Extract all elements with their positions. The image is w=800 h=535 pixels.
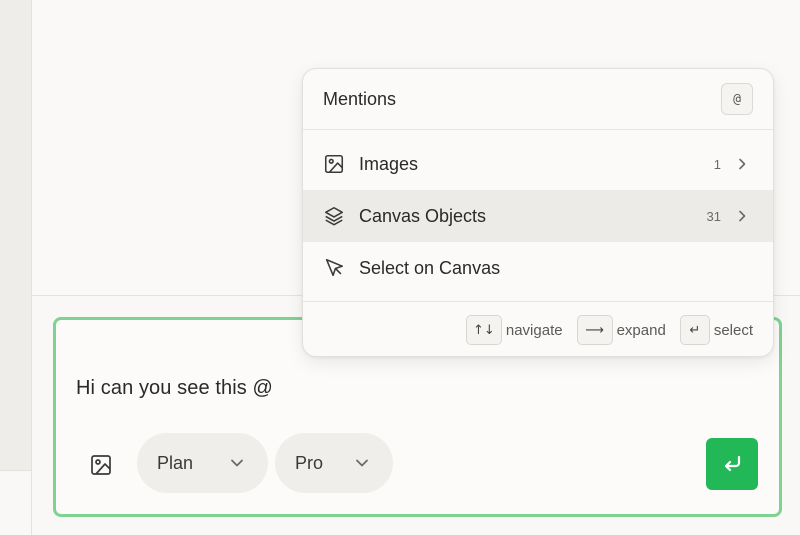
left-sidebar-strip (0, 0, 32, 470)
mentions-title: Mentions (323, 88, 397, 109)
layers-icon (323, 205, 345, 227)
cursor-icon (323, 257, 345, 279)
mentions-list: Images 1 Canvas Objects 31 Select on Can… (303, 130, 773, 294)
plan-mode-label: Plan (157, 452, 194, 473)
composer-input-text[interactable]: Hi can you see this @ (76, 377, 273, 400)
mention-item-count: 31 (706, 208, 721, 224)
hint-label: expand (616, 321, 666, 339)
at-shortcut-key: @ (721, 83, 753, 115)
model-dropdown[interactable]: Pro (275, 433, 393, 493)
mention-item-select-on-canvas[interactable]: Select on Canvas (303, 242, 773, 294)
left-sidebar-footer (0, 470, 32, 535)
app-root: Hi can you see this @ Plan Pro Mentions … (0, 0, 800, 535)
chevron-down-icon (231, 459, 243, 467)
mentions-header: Mentions @ (303, 69, 773, 130)
image-icon (323, 153, 345, 175)
image-icon (91, 455, 111, 475)
hint-label: select (713, 321, 753, 339)
mention-item-canvas-objects[interactable]: Canvas Objects 31 (303, 190, 773, 242)
model-label: Pro (295, 452, 324, 473)
hint-navigate: ↑↓ navigate (465, 315, 563, 345)
hint-label: navigate (505, 321, 563, 339)
plan-mode-dropdown[interactable]: Plan (137, 433, 268, 493)
arrow-right-key: ⟶ (576, 315, 613, 345)
arrow-up-down-key: ↑↓ (465, 315, 502, 345)
chevron-down-icon (356, 459, 368, 467)
keyboard-hints: ↑↓ navigate ⟶ expand ↵ select (303, 301, 773, 356)
mention-item-label: Select on Canvas (359, 257, 501, 278)
hint-expand: ⟶ expand (576, 315, 666, 345)
enter-key: ↵ (679, 315, 710, 345)
chevron-right-icon (739, 158, 746, 170)
mention-item-images[interactable]: Images 1 (303, 138, 773, 190)
hint-select: ↵ select (679, 315, 753, 345)
mention-item-label: Canvas Objects (359, 205, 487, 226)
mention-item-count: 1 (713, 156, 721, 172)
send-button[interactable] (706, 438, 758, 490)
chevron-right-icon (739, 210, 746, 222)
attach-image-button[interactable] (86, 450, 116, 480)
enter-icon (724, 455, 741, 472)
mentions-popover: Mentions @ Images 1 Canvas Objects 31 Se… (302, 68, 774, 357)
mention-item-label: Images (359, 153, 419, 174)
